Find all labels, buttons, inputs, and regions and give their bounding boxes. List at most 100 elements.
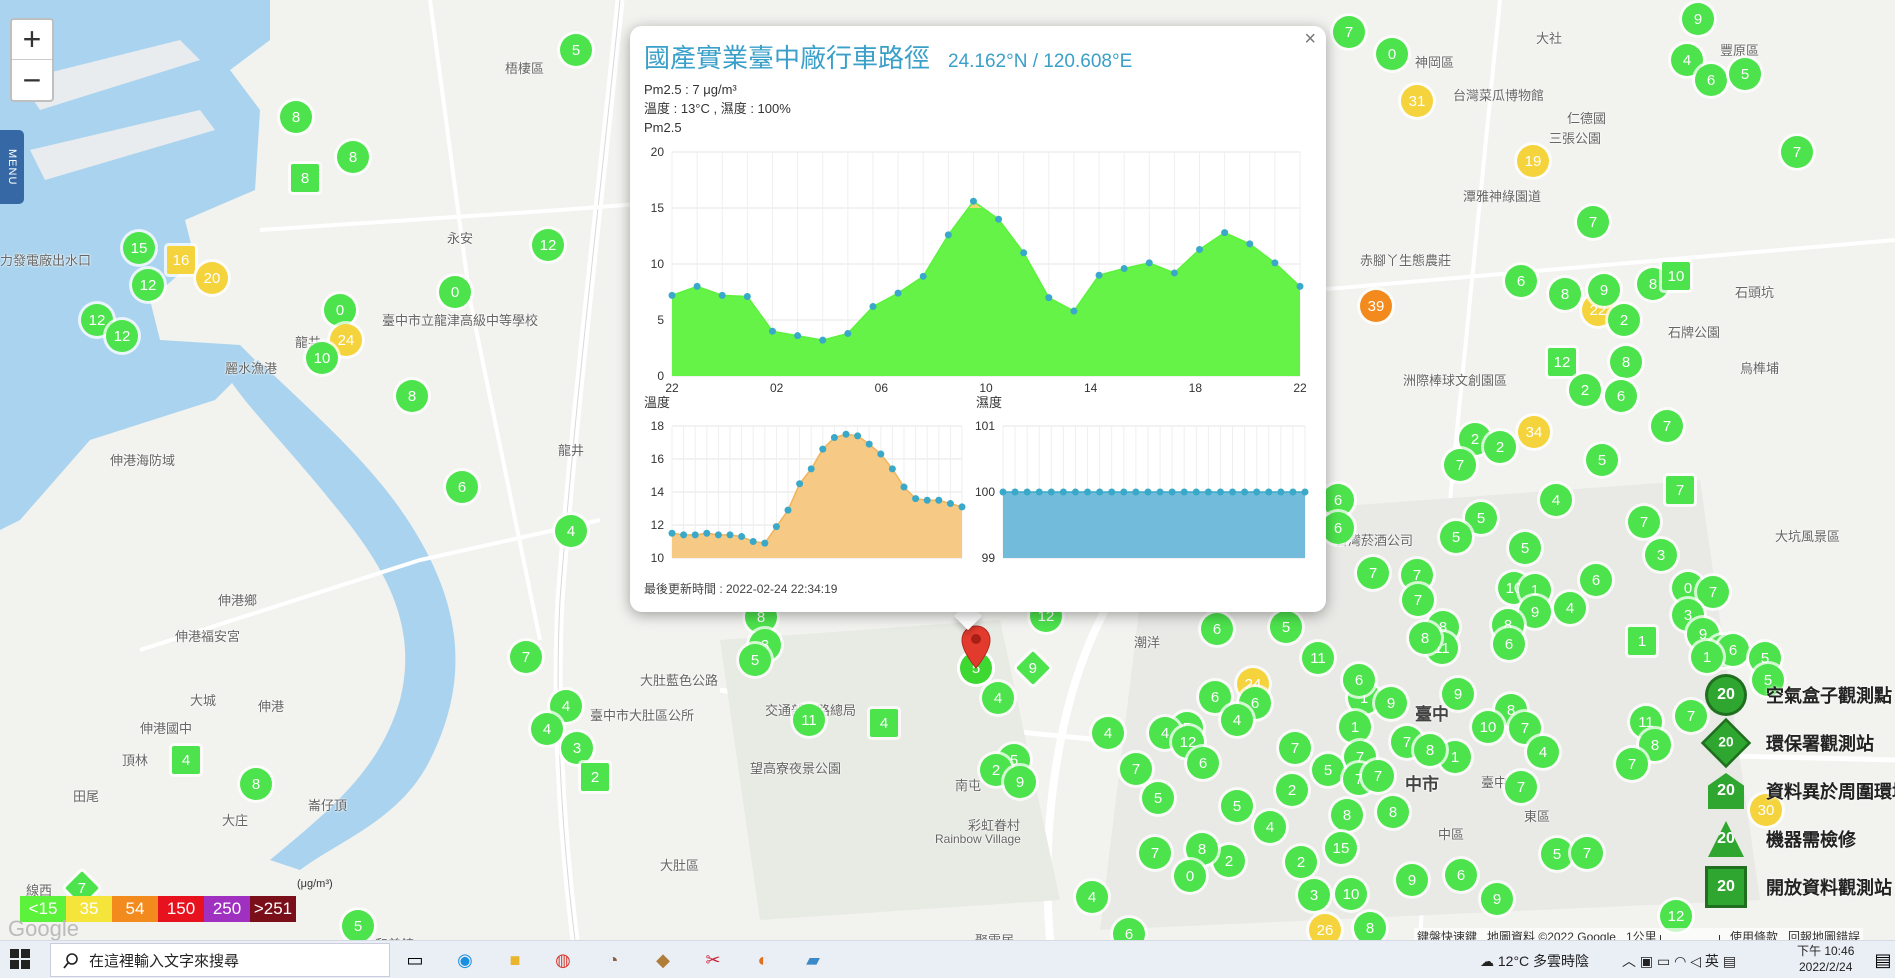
station-marker[interactable]: 8 xyxy=(1331,799,1363,831)
station-marker[interactable]: 7 xyxy=(1139,837,1171,869)
station-marker[interactable]: 5 xyxy=(739,644,771,676)
station-marker[interactable]: 4 xyxy=(1254,811,1286,843)
station-marker[interactable]: 6 xyxy=(1187,747,1219,779)
station-marker[interactable]: 11 xyxy=(1302,642,1334,674)
station-marker[interactable]: 7 xyxy=(1697,576,1729,608)
station-marker[interactable]: 5 xyxy=(1586,444,1618,476)
station-marker[interactable]: 12 xyxy=(106,320,138,352)
station-marker[interactable]: 7 xyxy=(1444,449,1476,481)
station-marker[interactable]: 2 xyxy=(581,763,609,791)
station-marker[interactable]: 2 xyxy=(1285,846,1317,878)
station-marker[interactable]: 4 xyxy=(1221,704,1253,736)
taskbar-search-box[interactable]: 在這裡輸入文字來搜尋 xyxy=(50,943,390,977)
station-marker[interactable]: 12 xyxy=(132,269,164,301)
station-marker[interactable]: 4 xyxy=(1076,881,1108,913)
station-marker[interactable]: 5 xyxy=(1270,611,1302,643)
blender-icon[interactable]: ◐ xyxy=(748,946,778,974)
station-marker[interactable]: 4 xyxy=(982,682,1014,714)
station-marker[interactable]: 8 xyxy=(240,768,272,800)
station-marker[interactable]: 7 xyxy=(1628,506,1660,538)
station-marker[interactable]: 7 xyxy=(1362,760,1394,792)
app-icon-1[interactable]: ◔ xyxy=(598,946,628,974)
station-marker[interactable]: 9 xyxy=(1588,274,1620,306)
station-marker[interactable]: 6 xyxy=(1605,380,1637,412)
station-marker[interactable]: 8 xyxy=(1549,278,1581,310)
station-marker[interactable]: 4 xyxy=(531,713,563,745)
station-marker[interactable]: 2 xyxy=(1276,774,1308,806)
station-marker[interactable]: 5 xyxy=(560,34,592,66)
station-marker[interactable]: 0 xyxy=(439,276,471,308)
station-marker[interactable]: 6 xyxy=(1322,512,1354,544)
station-marker[interactable]: 5 xyxy=(1509,532,1541,564)
station-marker[interactable]: 1 xyxy=(1628,627,1656,655)
station-marker[interactable]: 7 xyxy=(1577,206,1609,238)
report-error-link[interactable]: 回報地圖錯誤 xyxy=(1788,930,1860,940)
edge-icon[interactable]: ◉ xyxy=(450,946,480,974)
menu-tab[interactable]: MENU xyxy=(0,130,24,204)
station-marker[interactable]: 6 xyxy=(446,471,478,503)
task-view-icon[interactable]: ▭ xyxy=(400,946,430,974)
station-marker[interactable]: 6 xyxy=(1580,564,1612,596)
station-marker[interactable]: 9 xyxy=(1004,766,1036,798)
selected-station-pin[interactable] xyxy=(960,624,992,670)
station-marker[interactable]: 8 xyxy=(337,141,369,173)
station-marker[interactable]: 5 xyxy=(1440,521,1472,553)
station-marker[interactable]: 6 xyxy=(1201,613,1233,645)
station-marker[interactable]: 5 xyxy=(342,910,374,940)
station-marker[interactable]: 8 xyxy=(1354,912,1386,940)
station-marker[interactable]: 4 xyxy=(1527,736,1559,768)
station-marker[interactable]: 7 xyxy=(1571,837,1603,869)
station-marker[interactable]: 4 xyxy=(1540,484,1572,516)
station-marker[interactable]: 12 xyxy=(532,229,564,261)
station-marker[interactable]: 7 xyxy=(1120,753,1152,785)
station-marker[interactable]: 31 xyxy=(1401,85,1433,117)
station-marker[interactable]: 4 xyxy=(172,746,200,774)
station-marker[interactable]: 6 xyxy=(1445,859,1477,891)
station-marker[interactable]: 10 xyxy=(1662,262,1690,290)
weather-widget[interactable]: ☁ 12°C 多雲時陰 xyxy=(1480,951,1589,971)
terms-link[interactable]: 使用條款 xyxy=(1730,930,1778,940)
station-marker[interactable]: 7 xyxy=(1651,410,1683,442)
station-marker[interactable]: 0 xyxy=(1376,38,1408,70)
notification-icon[interactable]: ▤ xyxy=(1868,946,1895,974)
station-marker[interactable]: 9 xyxy=(1375,687,1407,719)
station-marker[interactable]: 7 xyxy=(1279,732,1311,764)
app-icon-2[interactable]: ◆ xyxy=(648,946,678,974)
station-marker[interactable]: 5 xyxy=(1221,790,1253,822)
station-marker[interactable]: 1 xyxy=(1691,641,1723,673)
station-marker[interactable]: 12 xyxy=(1548,348,1576,376)
station-marker[interactable]: 34 xyxy=(1518,416,1550,448)
station-marker[interactable]: 26 xyxy=(1309,914,1341,940)
station-marker[interactable]: 8 xyxy=(280,101,312,133)
station-marker[interactable]: 7 xyxy=(1333,16,1365,48)
station-marker[interactable]: 1 xyxy=(1339,711,1371,743)
station-marker[interactable]: 5 xyxy=(1142,782,1174,814)
station-marker[interactable]: 4 xyxy=(1554,592,1586,624)
system-tray-icons[interactable]: ︿ ▣ ▭ ◠ ◁ 英 ▤ xyxy=(1622,951,1736,971)
station-marker[interactable]: 2 xyxy=(1608,304,1640,336)
station-marker[interactable]: 19 xyxy=(1517,145,1549,177)
station-marker[interactable]: 8 xyxy=(1610,346,1642,378)
station-marker[interactable]: 4 xyxy=(1092,717,1124,749)
zoom-in-button[interactable]: + xyxy=(12,20,52,60)
station-marker[interactable]: 7 xyxy=(1781,136,1813,168)
taskbar-clock[interactable]: 下午 10:46 2022/2/24 xyxy=(1797,943,1854,975)
station-marker[interactable]: 7 xyxy=(1675,700,1707,732)
station-marker[interactable]: 7 xyxy=(1402,584,1434,616)
station-marker[interactable]: 39 xyxy=(1360,290,1392,322)
station-marker[interactable]: 8 xyxy=(1409,622,1441,654)
chrome-icon[interactable]: ◍ xyxy=(548,946,578,974)
station-marker[interactable]: 15 xyxy=(123,232,155,264)
station-marker[interactable]: 7 xyxy=(1505,771,1537,803)
windows-start-icon[interactable] xyxy=(10,949,30,969)
app-icon-4[interactable]: ▰ xyxy=(798,946,828,974)
station-marker[interactable]: 3 xyxy=(1645,539,1677,571)
station-marker[interactable]: 7 xyxy=(1357,557,1389,589)
station-marker[interactable]: 20 xyxy=(196,262,228,294)
station-marker[interactable]: 6 xyxy=(1343,664,1375,696)
station-marker[interactable]: 8 xyxy=(1414,734,1446,766)
station-marker[interactable]: 5 xyxy=(1312,754,1344,786)
station-marker[interactable]: 9 xyxy=(1682,3,1714,35)
station-marker[interactable]: 10 xyxy=(1472,711,1504,743)
station-marker[interactable]: 9 xyxy=(1396,864,1428,896)
